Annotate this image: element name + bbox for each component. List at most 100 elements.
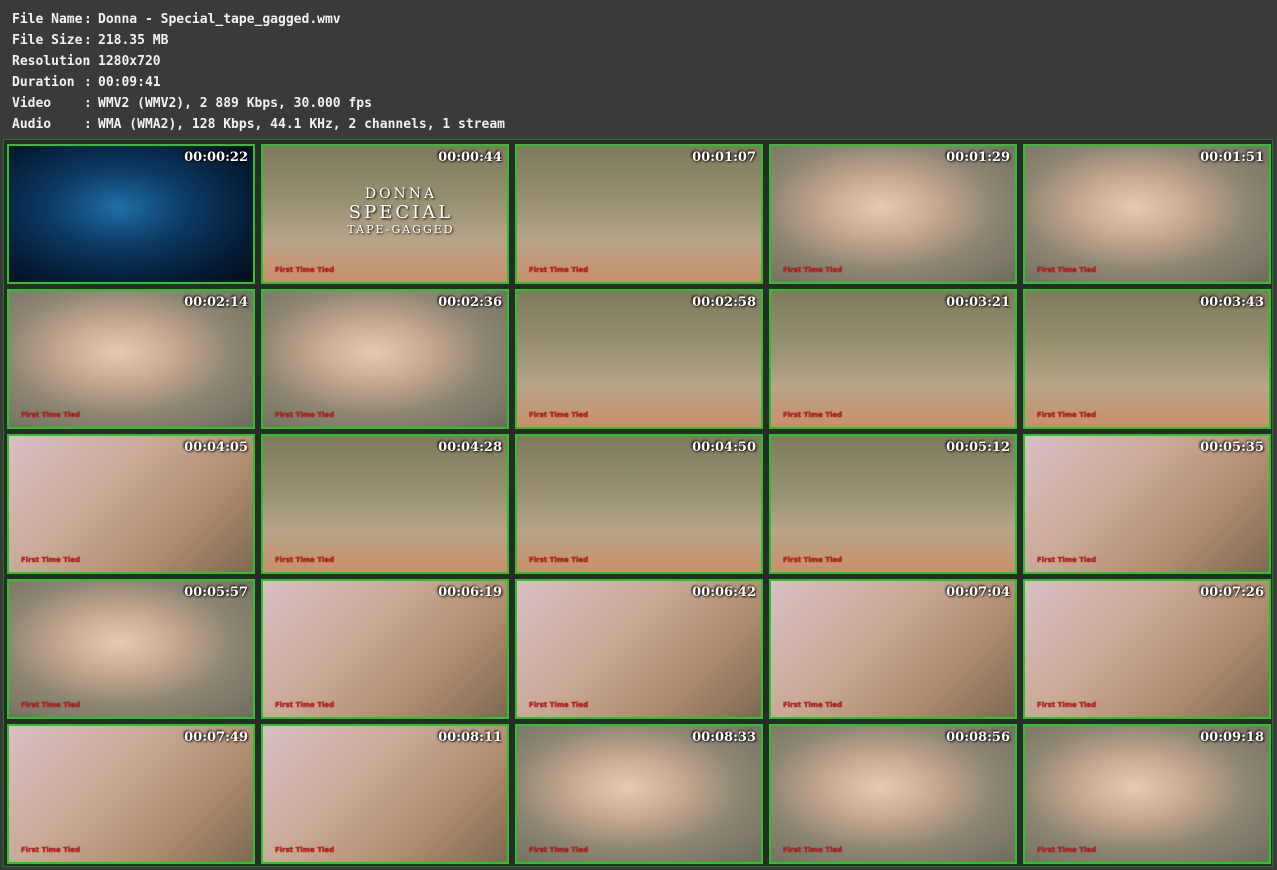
video-thumbnail[interactable]: First Time Tied 00:01:51: [1023, 144, 1271, 284]
video-thumbnail[interactable]: First Time Tied 00:02:36: [261, 289, 509, 429]
thumbnail-frame-image: [263, 581, 507, 717]
separator: :: [84, 54, 92, 69]
video-thumbnail[interactable]: DONNA SPECIAL TAPE-GAGGED First Time Tied 00…: [261, 144, 509, 284]
video-thumbnail[interactable]: First Time Tied 00:03:43: [1023, 289, 1271, 429]
file-name-row: File Name: Donna - Special_tape_gagged.wm…: [12, 9, 505, 30]
watermark-logo: First Time Tied: [1037, 556, 1097, 564]
watermark-logo: First Time Tied: [783, 556, 843, 564]
video-thumbnail[interactable]: First Time Tied 00:07:04: [769, 579, 1017, 719]
thumbnail-timestamp: 00:08:11: [438, 730, 502, 745]
thumbnail-frame-image: [1025, 726, 1269, 862]
thumbnail-timestamp: 00:09:18: [1200, 730, 1264, 745]
video-thumbnail[interactable]: First Time Tied 00:06:42: [515, 579, 763, 719]
video-thumbnail[interactable]: First Time Tied 00:02:14: [7, 289, 255, 429]
watermark-logo: First Time Tied: [275, 266, 335, 274]
watermark-logo: First Time Tied: [529, 701, 589, 709]
video-thumbnail[interactable]: 00:00:22: [7, 144, 255, 284]
thumbnail-frame-image: [9, 581, 253, 717]
watermark-logo: First Time Tied: [275, 556, 335, 564]
thumbnail-timestamp: 00:06:19: [438, 585, 502, 600]
thumbnail-frame-image: [9, 726, 253, 862]
video-thumbnail[interactable]: First Time Tied 00:05:35: [1023, 434, 1271, 574]
duration-label: Duration: [12, 75, 75, 90]
watermark-logo: First Time Tied: [783, 266, 843, 274]
thumbnail-frame-image: [1025, 581, 1269, 717]
watermark-logo: First Time Tied: [783, 411, 843, 419]
video-thumbnail[interactable]: First Time Tied 00:08:11: [261, 724, 509, 864]
thumbnail-timestamp: 00:03:21: [946, 295, 1010, 310]
watermark-logo: First Time Tied: [21, 846, 81, 854]
video-thumbnail[interactable]: First Time Tied 00:08:33: [515, 724, 763, 864]
thumbnail-frame-image: [1025, 436, 1269, 572]
video-row: Video: WMV2 (WMV2), 2 889 Kbps, 30.000 fp…: [12, 93, 505, 114]
watermark-logo: First Time Tied: [275, 411, 335, 419]
video-thumbnail[interactable]: First Time Tied 00:09:18: [1023, 724, 1271, 864]
video-thumbnail[interactable]: First Time Tied 00:07:49: [7, 724, 255, 864]
watermark-logo: First Time Tied: [783, 701, 843, 709]
thumbnail-timestamp: 00:02:36: [438, 295, 502, 310]
watermark-logo: First Time Tied: [529, 411, 589, 419]
thumbnail-frame-image: [517, 581, 761, 717]
thumbnail-timestamp: 00:03:43: [1200, 295, 1264, 310]
separator: :: [84, 96, 92, 111]
thumbnail-timestamp: 00:07:04: [946, 585, 1010, 600]
file-size-value: 218.35 MB: [98, 33, 169, 48]
thumbnail-frame-image: [771, 436, 1015, 572]
watermark-logo: First Time Tied: [21, 411, 81, 419]
video-thumbnail[interactable]: First Time Tied 00:05:12: [769, 434, 1017, 574]
duration-value: 00:09:41: [98, 75, 161, 90]
duration-row: Duration:00:09:41: [12, 72, 505, 93]
thumbnail-timestamp: 00:07:49: [184, 730, 248, 745]
video-label: Video: [12, 96, 52, 111]
video-thumbnail[interactable]: First Time Tied 00:08:56: [769, 724, 1017, 864]
video-thumbnail[interactable]: First Time Tied 00:04:05: [7, 434, 255, 574]
thumbnail-frame-image: [9, 146, 253, 282]
video-thumbnail[interactable]: First Time Tied 00:06:19: [261, 579, 509, 719]
file-info-header: File Name: Donna - Special_tape_gagged.wm…: [12, 9, 505, 135]
thumbnail-frame-image: [9, 436, 253, 572]
thumbnail-timestamp: 00:01:29: [946, 150, 1010, 165]
resolution-label: Resolution: [12, 54, 91, 69]
thumbnail-timestamp: 00:00:22: [184, 150, 248, 165]
video-thumbnail[interactable]: First Time Tied 00:01:07: [515, 144, 763, 284]
thumbnail-frame-image: [771, 291, 1015, 427]
thumbnail-frame-image: [263, 726, 507, 862]
thumbnail-timestamp: 00:05:35: [1200, 440, 1264, 455]
thumbnail-timestamp: 00:05:57: [184, 585, 248, 600]
thumbnail-frame-image: [1025, 291, 1269, 427]
thumbnail-frame-image: [517, 436, 761, 572]
thumbnail-frame-image: [1025, 146, 1269, 282]
thumbnail-timestamp: 00:08:33: [692, 730, 756, 745]
thumbnail-timestamp: 00:07:26: [1200, 585, 1264, 600]
video-thumbnail[interactable]: First Time Tied 00:04:28: [261, 434, 509, 574]
separator: :: [84, 33, 92, 48]
title-card-line3: TAPE-GAGGED: [347, 223, 455, 236]
separator: :: [84, 12, 92, 27]
video-thumbnail[interactable]: First Time Tied 00:02:58: [515, 289, 763, 429]
watermark-logo: First Time Tied: [1037, 266, 1097, 274]
video-thumbnail[interactable]: First Time Tied 00:04:50: [515, 434, 763, 574]
thumbnail-frame-image: [517, 291, 761, 427]
title-card-line2: SPECIAL: [348, 202, 454, 223]
video-thumbnail[interactable]: First Time Tied 00:05:57: [7, 579, 255, 719]
thumbnail-timestamp: 00:02:58: [692, 295, 756, 310]
video-thumbnail[interactable]: First Time Tied 00:07:26: [1023, 579, 1271, 719]
title-card-overlay: DONNA SPECIAL TAPE-GAGGED: [331, 186, 471, 236]
watermark-logo: First Time Tied: [1037, 411, 1097, 419]
thumbnail-timestamp: 00:08:56: [946, 730, 1010, 745]
video-thumbnail[interactable]: First Time Tied 00:03:21: [769, 289, 1017, 429]
thumbnail-frame-image: [263, 291, 507, 427]
watermark-logo: First Time Tied: [529, 556, 589, 564]
thumbnail-frame-image: [517, 726, 761, 862]
separator: :: [84, 117, 92, 132]
thumbnail-frame-image: [9, 291, 253, 427]
audio-label: Audio: [12, 117, 52, 132]
thumbnail-frame-image: [771, 146, 1015, 282]
audio-row: Audio: WMA (WMA2), 128 Kbps, 44.1 KHz, 2 …: [12, 114, 505, 135]
file-name-value: Donna - Special_tape_gagged.wmv: [98, 12, 341, 27]
thumbnail-timestamp: 00:00:44: [438, 150, 502, 165]
thumbnail-timestamp: 00:02:14: [184, 295, 248, 310]
watermark-logo: First Time Tied: [275, 701, 335, 709]
video-thumbnail[interactable]: First Time Tied 00:01:29: [769, 144, 1017, 284]
thumbnail-timestamp: 00:01:51: [1200, 150, 1264, 165]
